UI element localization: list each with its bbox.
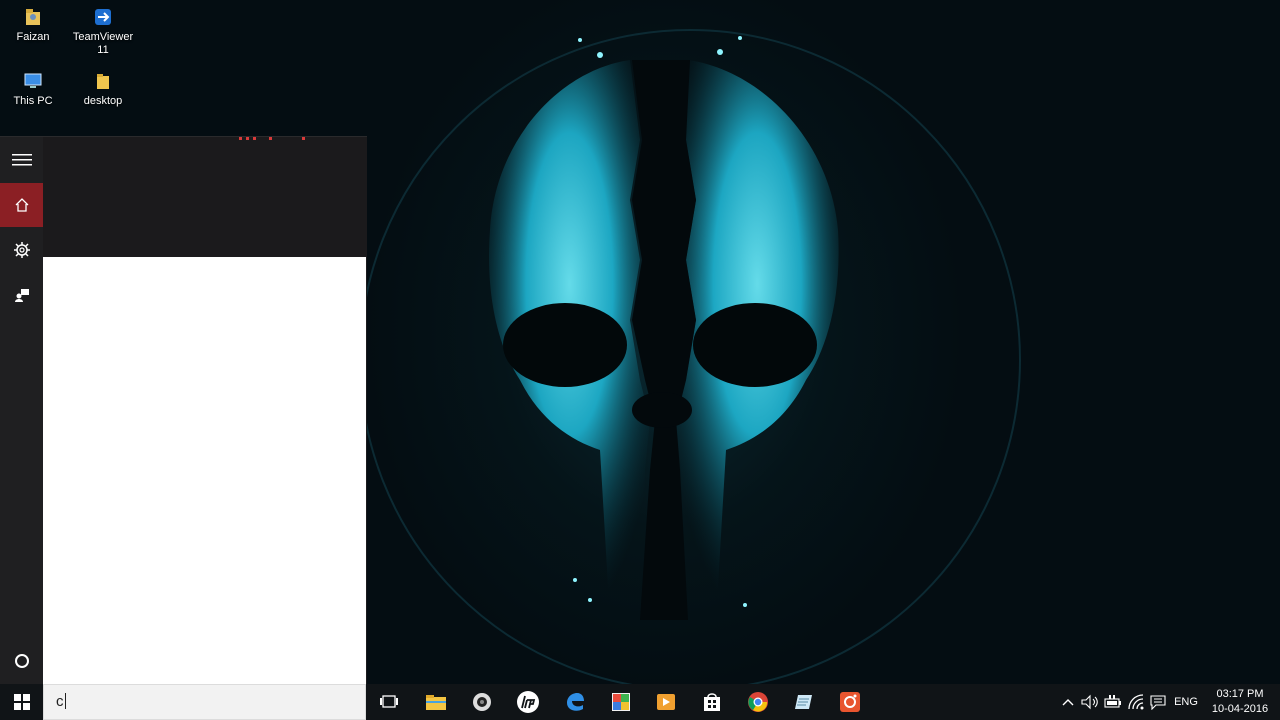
file-explorer-button[interactable] — [416, 684, 456, 720]
media-player-icon — [657, 694, 675, 710]
computer-icon — [24, 73, 42, 88]
search-panel-header — [43, 137, 367, 257]
network-button[interactable] — [1125, 684, 1147, 720]
home-icon — [15, 198, 28, 212]
volume-button[interactable] — [1079, 684, 1101, 720]
clock-time: 03:17 PM — [1216, 688, 1264, 700]
feedback-icon — [14, 289, 29, 302]
search-input[interactable]: c — [43, 684, 366, 720]
camera-app-button[interactable] — [462, 684, 502, 720]
file-explorer-icon — [426, 695, 446, 710]
settings-button[interactable] — [0, 228, 43, 272]
home-button[interactable] — [0, 183, 43, 227]
search-input-value: c — [56, 693, 64, 710]
store-button[interactable] — [692, 684, 732, 720]
show-hidden-icons-button[interactable] — [1058, 684, 1078, 720]
media-player-button[interactable] — [646, 684, 686, 720]
speaker-icon — [1081, 694, 1098, 710]
chrome-button[interactable] — [738, 684, 778, 720]
clock[interactable]: 03:17 PM 10-04-2016 — [1200, 687, 1280, 717]
hamburger-menu-button[interactable] — [0, 138, 43, 182]
notification-icon — [1150, 695, 1166, 710]
screen-recorder-icon — [840, 692, 860, 712]
start-rail — [0, 137, 43, 685]
wifi-icon — [1128, 694, 1144, 710]
text-caret — [64, 693, 66, 709]
paint-app-icon — [612, 693, 630, 711]
language-label: ENG — [1174, 696, 1198, 708]
desktop-icon-label: This PC — [13, 95, 53, 107]
power-button[interactable] — [1102, 684, 1124, 720]
feedback-button[interactable] — [0, 273, 43, 317]
folder-icon — [97, 74, 109, 89]
notes-app-icon — [795, 695, 812, 709]
hamburger-menu-icon — [11, 154, 32, 166]
desktop-icon-this-pc[interactable]: This PC — [0, 70, 68, 108]
cortana-circle-icon — [14, 654, 29, 668]
language-indicator[interactable]: ENG — [1170, 684, 1202, 720]
store-icon — [704, 693, 720, 711]
chevron-up-icon — [1062, 699, 1074, 706]
hp-icon — [517, 691, 539, 713]
cortana-button[interactable] — [0, 639, 43, 683]
desktop-icon-teamviewer[interactable]: TeamViewer 11 — [68, 6, 138, 57]
user-folder-icon — [26, 9, 40, 25]
windows-logo-icon — [13, 694, 30, 710]
desktop-icon-label: Faizan — [16, 31, 50, 43]
desktop-icon-label: TeamViewer 11 — [72, 31, 134, 56]
clock-date: 10-04-2016 — [1211, 703, 1269, 715]
teamviewer-icon — [95, 9, 111, 25]
paint-app-button[interactable] — [601, 684, 641, 720]
gear-icon — [13, 242, 30, 258]
search-results-area — [43, 257, 366, 685]
loading-dots-icon — [239, 137, 305, 140]
task-view-button[interactable] — [369, 684, 409, 720]
hp-app-button[interactable] — [508, 684, 548, 720]
desktop-icon-desktop-folder[interactable]: desktop — [68, 70, 138, 108]
camera-app-icon — [473, 693, 491, 711]
start-button[interactable] — [0, 684, 43, 720]
desktop-icon-faizan[interactable]: Faizan — [0, 6, 68, 44]
search-panel — [0, 136, 367, 685]
chrome-icon — [748, 692, 768, 712]
edge-button[interactable] — [555, 684, 595, 720]
notes-app-button[interactable] — [784, 684, 824, 720]
desktop-icon-label: desktop — [83, 95, 123, 107]
action-center-button[interactable] — [1147, 684, 1169, 720]
edge-icon — [567, 693, 584, 711]
screen-recorder-button[interactable] — [830, 684, 870, 720]
battery-plug-icon — [1104, 695, 1121, 708]
task-view-icon — [380, 695, 398, 708]
